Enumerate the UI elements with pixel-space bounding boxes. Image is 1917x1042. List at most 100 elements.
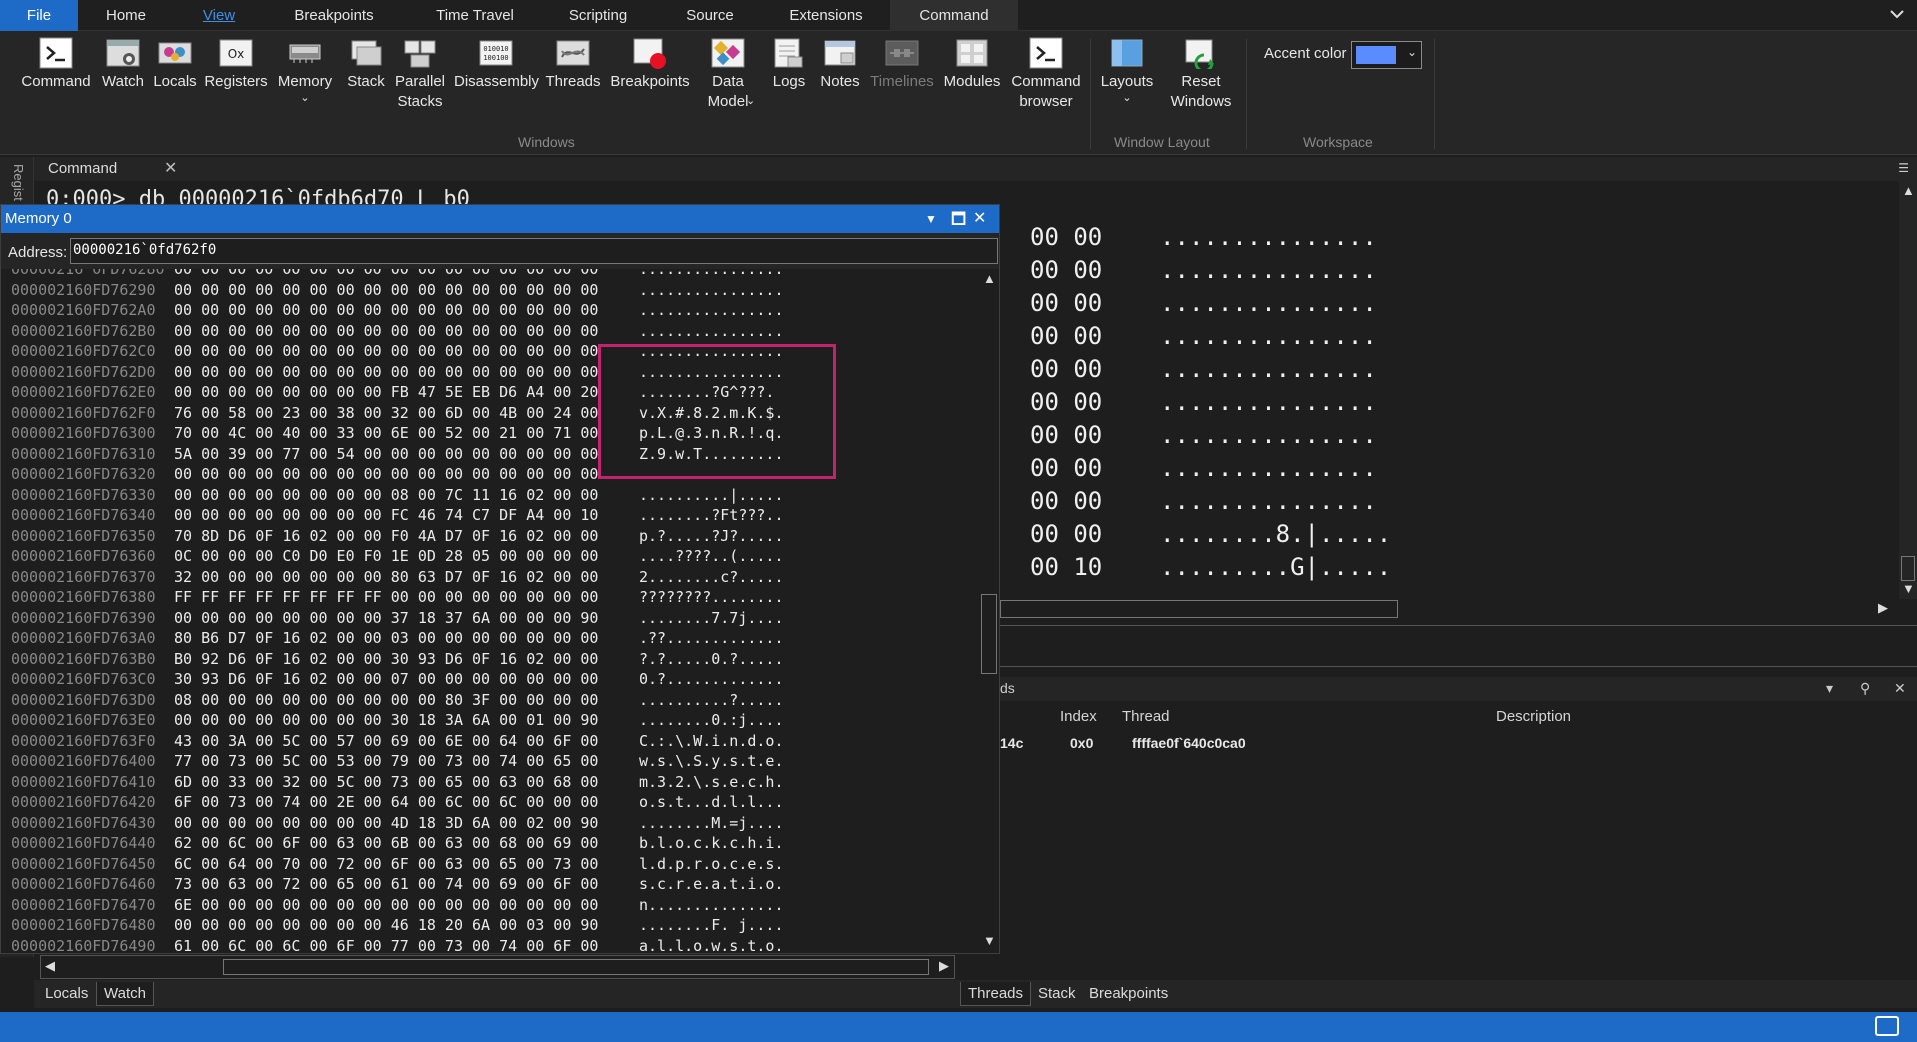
pin-icon[interactable]: ⚲	[1860, 680, 1870, 697]
command-horizontal-scrollbar[interactable]: ▶	[998, 598, 1899, 620]
memory-row[interactable]: 000002160FD763D0 08 00 00 00 00 00 00 00 …	[1, 690, 979, 711]
memory-row[interactable]: 000002160FD76330 00 00 00 00 00 00 00 00 …	[1, 485, 979, 506]
chevron-left-icon[interactable]: ◀	[41, 958, 59, 974]
memory-row[interactable]: 000002160FD76440 62 00 6C 00 6F 00 63 00 …	[1, 833, 979, 854]
memory-row-bytes[interactable]: 6C 00 64 00 70 00 72 00 6F 00 63 00 65 0…	[174, 854, 598, 874]
memory-row-bytes[interactable]: 62 00 6C 00 6F 00 63 00 6B 00 63 00 68 0…	[174, 833, 598, 853]
memory-row-bytes[interactable]: 00 00 00 00 00 00 00 00 46 18 20 6A 00 0…	[174, 915, 598, 935]
memory-row-bytes[interactable]: 00 00 00 00 00 00 00 00 4D 18 3D 6A 00 0…	[174, 813, 598, 833]
memory-row-bytes[interactable]: 00 00 00 00 00 00 00 00 FC 46 74 C7 DF A…	[174, 505, 598, 525]
memory-row-bytes[interactable]: 5A 00 39 00 77 00 54 00 00 00 00 00 00 0…	[174, 444, 598, 464]
menu-tab-extensions[interactable]: Extensions	[776, 0, 876, 31]
memory-row-bytes[interactable]: 00 00 00 00 00 00 00 00 00 00 00 00 00 0…	[174, 321, 598, 341]
close-icon[interactable]: ✕	[973, 208, 986, 228]
ribbon-data-model-button[interactable]: Data Model ⌄	[700, 37, 756, 112]
command-vertical-scrollbar[interactable]: ▲ ▼	[1899, 181, 1917, 599]
memory-row[interactable]: 000002160FD76460 73 00 63 00 72 00 65 00 …	[1, 874, 979, 895]
menu-tab-file[interactable]: File	[0, 0, 78, 31]
memory-row-bytes[interactable]: 70 00 4C 00 40 00 33 00 6E 00 52 00 21 0…	[174, 423, 598, 443]
ribbon-reset-windows-button[interactable]: Reset Windows	[1164, 37, 1238, 112]
menu-icon[interactable]: ☰	[1898, 161, 1909, 175]
menu-tab-scripting[interactable]: Scripting	[556, 0, 640, 31]
memory-row[interactable]: 000002160FD76390 00 00 00 00 00 00 00 00 …	[1, 608, 979, 629]
menu-tab-time-travel[interactable]: Time Travel	[420, 0, 530, 31]
memory-row-bytes[interactable]: 00 00 00 00 00 00 00 00 00 00 00 00 00 0…	[174, 464, 598, 484]
memory-row[interactable]: 000002160FD76360 0C 00 00 00 C0 D0 E0 F0 …	[1, 546, 979, 567]
memory-window-titlebar[interactable]: Memory 0 ▼ 🗖 ✕	[1, 205, 999, 233]
memory-row-bytes[interactable]: 00 00 00 00 00 00 00 00 00 00 00 00 00 0…	[174, 341, 598, 361]
memory-row-bytes[interactable]: 0C 00 00 00 C0 D0 E0 F0 1E 0D 28 05 00 0…	[174, 546, 598, 566]
memory-row[interactable]: 00000216 0FD76280 00 00 00 00 00 00 00 00…	[1, 269, 979, 280]
ribbon-locals-button[interactable]: Locals	[150, 37, 200, 92]
memory-row[interactable]: 000002160FD76450 6C 00 64 00 70 00 72 00 …	[1, 854, 979, 875]
memory-horizontal-scrollbar[interactable]: ◀ ▶	[40, 955, 955, 979]
memory-row[interactable]: 000002160FD76400 77 00 73 00 5C 00 53 00 …	[1, 751, 979, 772]
memory-row[interactable]: 000002160FD76410 6D 00 33 00 32 00 5C 00 …	[1, 772, 979, 793]
memory-row[interactable]: 000002160FD763C0 30 93 D6 0F 16 02 00 00 …	[1, 669, 979, 690]
memory-vertical-scrollbar[interactable]: ▲ ▼	[979, 269, 999, 953]
memory-row[interactable]: 000002160FD762B0 00 00 00 00 00 00 00 00 …	[1, 321, 979, 342]
memory-row[interactable]: 000002160FD763A0 80 B6 D7 0F 16 02 00 00 …	[1, 628, 979, 649]
ribbon-breakpoints-button[interactable]: Breakpoints	[608, 37, 692, 92]
memory-row-bytes[interactable]: 61 00 6C 00 6C 00 6F 00 77 00 73 00 74 0…	[174, 936, 598, 954]
scroll-thumb[interactable]	[1901, 556, 1915, 581]
memory-row-bytes[interactable]: 6F 00 73 00 74 00 2E 00 64 00 6C 00 6C 0…	[174, 792, 598, 812]
memory-row[interactable]: 000002160FD76480 00 00 00 00 00 00 00 00 …	[1, 915, 979, 936]
chevron-up-icon[interactable]: ▲	[983, 271, 996, 286]
ribbon-memory-button[interactable]: Memory ⌄	[274, 37, 336, 104]
memory-row-bytes[interactable]: 70 8D D6 0F 16 02 00 00 F0 4A D7 0F 16 0…	[174, 526, 598, 546]
memory-row-bytes[interactable]: 00 00 00 00 00 00 00 00 08 00 7C 11 16 0…	[174, 485, 598, 505]
chevron-down-icon[interactable]: ▼	[1902, 581, 1915, 596]
memory-row[interactable]: 000002160FD76350 70 8D D6 0F 16 02 00 00 …	[1, 526, 979, 547]
memory-row-bytes[interactable]: 00 00 00 00 00 00 00 00 00 00 00 00 00 0…	[174, 300, 598, 320]
ribbon-notes-button[interactable]: Notes	[816, 37, 864, 92]
menu-tab-view[interactable]: View	[176, 0, 262, 31]
chevron-up-icon[interactable]: ▲	[1902, 183, 1915, 198]
ribbon-disassembly-button[interactable]: 010010 100100 Disassembly	[454, 37, 539, 92]
column-header-description[interactable]: Description	[1496, 708, 1571, 725]
column-header-thread[interactable]: Thread	[1122, 708, 1170, 725]
ribbon-command-button[interactable]: Command	[20, 37, 92, 92]
tab-locals[interactable]: Locals	[38, 982, 95, 1006]
close-icon[interactable]: ✕	[164, 157, 177, 181]
memory-row-bytes[interactable]: 77 00 73 00 5C 00 53 00 79 00 73 00 74 0…	[174, 751, 598, 771]
memory-row-bytes[interactable]: 73 00 63 00 72 00 65 00 61 00 74 00 69 0…	[174, 874, 598, 894]
ribbon-threads-button[interactable]: Threads	[544, 37, 602, 92]
registers-dock-tab[interactable]: Regist	[11, 164, 26, 201]
memory-row-bytes[interactable]: 00 00 00 00 00 00 00 00 FB 47 5E EB D6 A…	[174, 382, 598, 402]
scroll-thumb[interactable]	[981, 594, 997, 674]
close-icon[interactable]: ✕	[1894, 680, 1906, 697]
ribbon-timelines-button[interactable]: Timelines	[868, 37, 936, 92]
memory-row-bytes[interactable]: 00 00 00 00 00 00 00 00 00 00 00 00 00 0…	[174, 362, 598, 382]
ribbon-modules-button[interactable]: Modules	[942, 37, 1002, 92]
ribbon-layouts-button[interactable]: Layouts ⌄	[1096, 37, 1158, 104]
tab-threads[interactable]: Threads	[960, 982, 1032, 1006]
memory-row[interactable]: 000002160FD763B0 B0 92 D6 0F 16 02 00 00 …	[1, 649, 979, 670]
memory-row[interactable]: 000002160FD76430 00 00 00 00 00 00 00 00 …	[1, 813, 979, 834]
chevron-down-icon[interactable]: ▾	[1826, 680, 1833, 697]
menu-tab-home[interactable]: Home	[88, 0, 164, 31]
memory-row-bytes[interactable]: FF FF FF FF FF FF FF FF 00 00 00 00 00 0…	[174, 587, 598, 607]
command-input[interactable]	[998, 625, 1917, 667]
memory-row[interactable]: 000002160FD76470 6E 00 00 00 00 00 00 00 …	[1, 895, 979, 916]
ribbon-registers-button[interactable]: Ox Registers	[204, 37, 268, 92]
address-input[interactable]: 00000216`0fd762f0	[70, 238, 998, 264]
scroll-thumb[interactable]	[223, 959, 929, 975]
memory-row-bytes[interactable]: 00 00 00 00 00 00 00 00 37 18 37 6A 00 0…	[174, 608, 598, 628]
memory-row-bytes[interactable]: 32 00 00 00 00 00 00 00 80 63 D7 0F 16 0…	[174, 567, 598, 587]
tab-breakpoints[interactable]: Breakpoints	[1082, 982, 1175, 1006]
chevron-right-icon[interactable]: ▶	[935, 958, 953, 974]
menu-tab-breakpoints[interactable]: Breakpoints	[278, 0, 390, 31]
memory-row-bytes[interactable]: 6E 00 00 00 00 00 00 00 00 00 00 00 00 0…	[174, 895, 598, 915]
memory-row[interactable]: 000002160FD76490 61 00 6C 00 6C 00 6F 00 …	[1, 936, 979, 954]
ribbon-parallel-stacks-button[interactable]: Parallel Stacks	[392, 37, 448, 112]
memory-row-bytes[interactable]: 00 00 00 00 00 00 00 00 30 18 3A 6A 00 0…	[174, 710, 598, 730]
chevron-down-icon[interactable]: ▼	[983, 933, 996, 948]
memory-row-bytes[interactable]: 00 00 00 00 00 00 00 00 00 00 00 00 00 0…	[174, 269, 598, 279]
accent-color-select[interactable]: ⌄	[1351, 41, 1422, 69]
memory-row[interactable]: 000002160FD76420 6F 00 73 00 74 00 2E 00 …	[1, 792, 979, 813]
chevron-down-icon[interactable]	[1887, 3, 1907, 25]
memory-row-bytes[interactable]: B0 92 D6 0F 16 02 00 00 30 93 D6 0F 16 0…	[174, 649, 598, 669]
command-tab[interactable]: Command	[42, 157, 117, 181]
memory-row[interactable]: 000002160FD76290 00 00 00 00 00 00 00 00 …	[1, 280, 979, 301]
